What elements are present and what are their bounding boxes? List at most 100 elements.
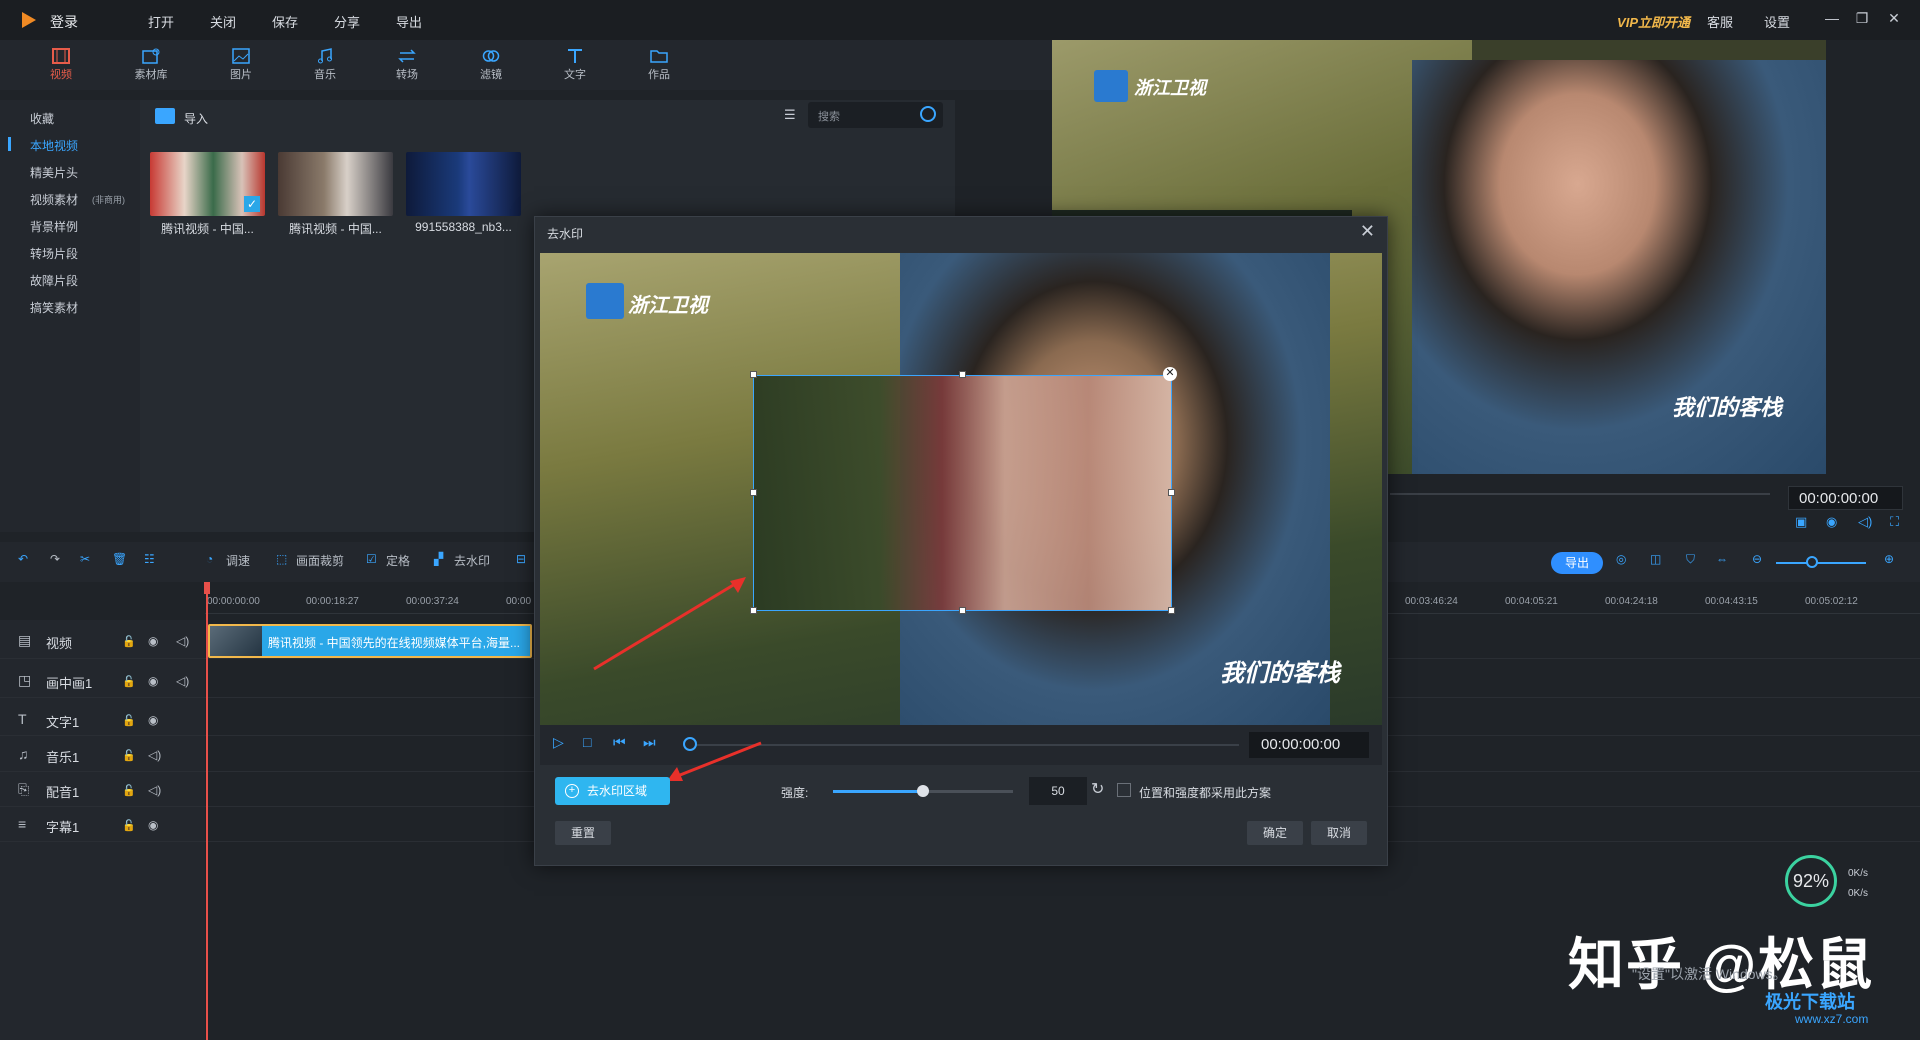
preview-progress-bar[interactable]: [1390, 493, 1770, 495]
prev-frame-icon[interactable]: ⏮: [613, 734, 626, 751]
redo-icon[interactable]: ↷: [50, 552, 60, 566]
service-link[interactable]: 客服: [1707, 12, 1733, 31]
cut-icon[interactable]: ✂: [80, 552, 90, 566]
eye-icon[interactable]: ◉: [148, 674, 158, 688]
vip-link[interactable]: VIP立即开通: [1617, 12, 1690, 31]
palette-icon[interactable]: ◎: [1616, 552, 1626, 566]
menu-open[interactable]: 打开: [148, 12, 174, 31]
strength-value-input[interactable]: 50: [1029, 777, 1087, 805]
snapshot-icon[interactable]: ◉: [1826, 514, 1837, 530]
restore-icon[interactable]: ❐: [1852, 10, 1872, 27]
reset-button[interactable]: 重置: [555, 821, 611, 845]
freeze-button[interactable]: 定格: [386, 552, 410, 569]
tool-video[interactable]: 视频: [26, 40, 96, 90]
lock-icon[interactable]: 🔓: [122, 714, 136, 727]
expand-icon[interactable]: ⛶: [1890, 514, 1899, 530]
zoom-slider-knob[interactable]: [1806, 556, 1818, 568]
lock-icon[interactable]: 🔓: [122, 784, 136, 797]
more-tools-icon[interactable]: ⊟: [516, 552, 526, 566]
export-button[interactable]: 导出: [1551, 552, 1603, 574]
eye-icon[interactable]: ◉: [148, 634, 158, 648]
lock-icon[interactable]: 🔓: [122, 819, 136, 832]
sidebar-item-favorites[interactable]: 收藏: [30, 110, 54, 127]
lock-icon[interactable]: 🔓: [122, 675, 136, 688]
apply-all-label[interactable]: 位置和强度都采用此方案: [1139, 784, 1271, 801]
sidebar-item-glitch[interactable]: 故障片段: [30, 272, 78, 289]
tool-music[interactable]: 音乐: [290, 40, 360, 90]
speed-button[interactable]: 调速: [226, 552, 250, 569]
undo-icon[interactable]: ↶: [18, 552, 28, 566]
tool-transition[interactable]: 转场: [372, 40, 442, 90]
dialog-video-frame[interactable]: 浙江卫视 我们的客栈 ✕: [540, 253, 1382, 725]
tool-text[interactable]: 文字: [540, 40, 610, 90]
speed-icon[interactable]: ◔: [206, 552, 213, 566]
sidebar-item-video-assets[interactable]: 视频素材: [30, 191, 78, 208]
ok-button[interactable]: 确定: [1247, 821, 1303, 845]
resize-handle[interactable]: [959, 607, 966, 614]
sort-icon[interactable]: ☰: [784, 107, 796, 123]
search-icon[interactable]: [920, 106, 936, 122]
volume-icon[interactable]: ◁): [1858, 514, 1872, 530]
video-clip[interactable]: 腾讯视频 - 中国领先的在线视频媒体平台,海量...: [208, 624, 532, 658]
tool-works[interactable]: 作品: [624, 40, 694, 90]
volume-icon[interactable]: ◁): [148, 748, 161, 762]
sidebar-item-funny[interactable]: 搞笑素材: [30, 299, 78, 316]
resize-handle[interactable]: [750, 371, 757, 378]
minimize-icon[interactable]: —: [1822, 10, 1842, 26]
stop-icon[interactable]: □: [583, 734, 591, 750]
resize-handle[interactable]: [959, 371, 966, 378]
import-label[interactable]: 导入: [184, 110, 208, 127]
menu-save[interactable]: 保存: [272, 12, 298, 31]
import-icon[interactable]: [155, 108, 175, 124]
volume-icon[interactable]: ◁): [176, 634, 189, 648]
tool-image[interactable]: 图片: [206, 40, 276, 90]
sidebar-item-local-video[interactable]: 本地视频: [30, 137, 78, 154]
playhead-handle[interactable]: [204, 582, 210, 594]
apply-all-checkbox[interactable]: [1117, 783, 1131, 797]
watermark-selection-box[interactable]: [753, 375, 1172, 611]
remove-watermark-button[interactable]: 去水印: [454, 552, 490, 569]
marker-icon[interactable]: ⛉: [1686, 552, 1695, 567]
zoom-slider[interactable]: [1776, 562, 1866, 564]
zoom-in-icon[interactable]: ⊕: [1884, 552, 1894, 566]
zoom-out-icon[interactable]: ⊖: [1752, 552, 1762, 566]
sidebar-item-transitions[interactable]: 转场片段: [30, 245, 78, 262]
split-view-icon[interactable]: ◫: [1650, 552, 1661, 566]
close-window-icon[interactable]: ✕: [1884, 10, 1904, 27]
play-icon[interactable]: ▷: [553, 734, 564, 751]
eye-icon[interactable]: ◉: [148, 713, 158, 727]
resize-handle[interactable]: [750, 607, 757, 614]
resize-handle[interactable]: [750, 489, 757, 496]
fit-icon[interactable]: ⇔: [1716, 552, 1728, 566]
remove-watermark-icon[interactable]: ▞: [434, 552, 443, 566]
login-link[interactable]: 登录: [50, 12, 78, 32]
volume-icon[interactable]: ◁): [148, 783, 161, 797]
volume-icon[interactable]: ◁): [176, 674, 189, 688]
cancel-button[interactable]: 取消: [1311, 821, 1367, 845]
delete-icon[interactable]: 🗑: [112, 552, 127, 566]
sidebar-item-intros[interactable]: 精美片头: [30, 164, 78, 181]
media-thumb-2[interactable]: [278, 152, 393, 216]
settings-link[interactable]: 设置: [1764, 12, 1790, 31]
eye-icon[interactable]: ◉: [148, 818, 158, 832]
split-icon[interactable]: ☷: [144, 552, 155, 566]
fullscreen-preview-icon[interactable]: ▣: [1795, 514, 1807, 530]
preview-time-display[interactable]: 00:00:00:00: [1788, 486, 1903, 510]
reset-strength-icon[interactable]: ↻: [1091, 779, 1104, 799]
media-thumb-3[interactable]: [406, 152, 521, 216]
dialog-seek-bar[interactable]: [689, 744, 1239, 746]
menu-export[interactable]: 导出: [396, 12, 422, 31]
next-frame-icon[interactable]: ⏭: [643, 734, 656, 751]
remove-selection-icon[interactable]: ✕: [1163, 367, 1177, 381]
crop-button[interactable]: 画面裁剪: [296, 552, 344, 569]
tool-filter[interactable]: 滤镜: [456, 40, 526, 90]
lock-icon[interactable]: 🔓: [122, 749, 136, 762]
freeze-icon[interactable]: ☑: [366, 552, 377, 566]
menu-close[interactable]: 关闭: [210, 12, 236, 31]
dialog-time-display[interactable]: 00:00:00:00: [1249, 732, 1369, 758]
sidebar-item-backgrounds[interactable]: 背景样例: [30, 218, 78, 235]
lock-icon[interactable]: 🔓: [122, 635, 136, 648]
resize-handle[interactable]: [1168, 607, 1175, 614]
resize-handle[interactable]: [1168, 489, 1175, 496]
crop-icon[interactable]: ⬚: [276, 552, 287, 566]
